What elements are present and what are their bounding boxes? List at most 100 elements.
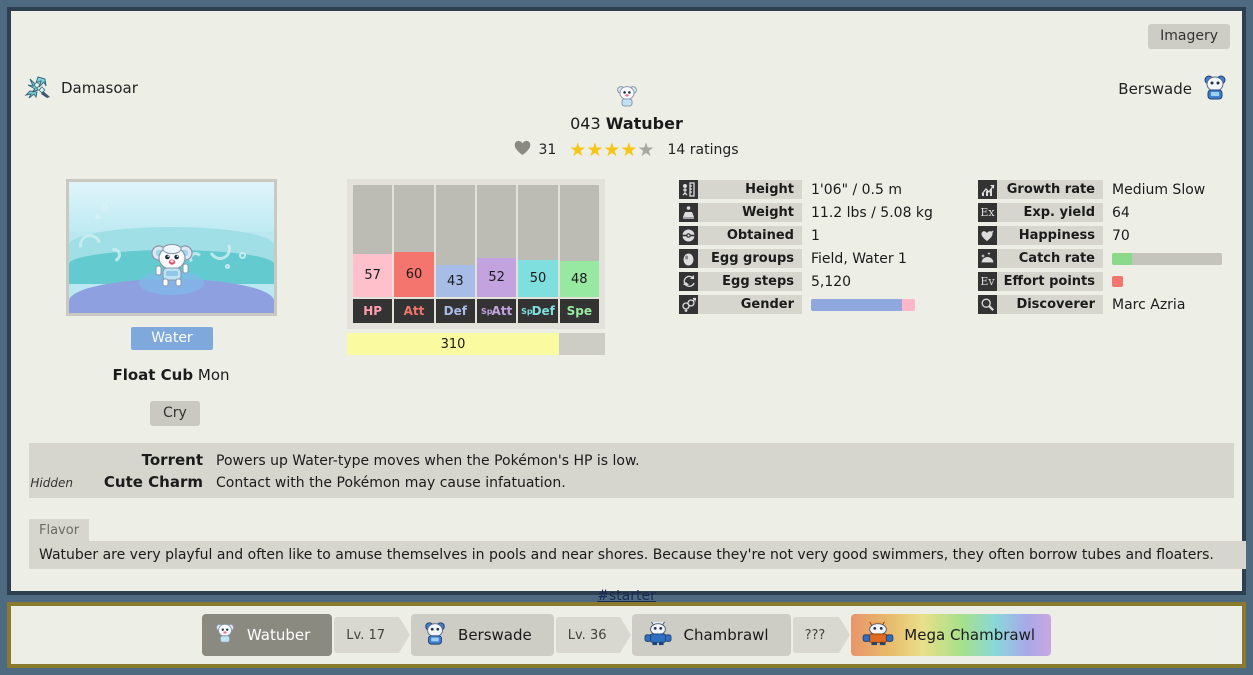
main-panel: Imagery Damasoar Berswade 043 Watuber 31…	[7, 7, 1246, 604]
bubble-icon	[225, 264, 230, 269]
info-table-left: Height 1'06" / 0.5 m Weight 11.2 lbs / 5.08…	[679, 180, 942, 318]
flavor-text: Watuber are very playful and often like …	[29, 541, 1246, 569]
star-icon-5[interactable]: ★	[637, 140, 654, 160]
pokemon-artwork[interactable]	[66, 179, 277, 316]
catch-rate-bar-fill	[1112, 252, 1132, 265]
info-table-right: Growth rate Medium Slow Ex Exp. yield 64 Happ…	[978, 180, 1243, 318]
page-title: Watuber	[605, 114, 683, 133]
flavor-tab[interactable]: Flavor	[29, 519, 90, 542]
evolution-condition: Lv. 36	[555, 617, 632, 653]
ability-name[interactable]: Cute Charm	[79, 473, 203, 491]
info-value: 1'06" / 0.5 m	[811, 181, 902, 198]
star-icon-1[interactable]: ★	[569, 140, 586, 160]
info-value: 5,120	[811, 273, 852, 290]
evolution-sprite-icon	[643, 620, 673, 650]
gender-ratio-bar	[811, 298, 915, 311]
evolution-node-label: Watuber	[246, 626, 311, 644]
imagery-button[interactable]: Imagery	[1148, 24, 1230, 49]
species-suffix: Mon	[197, 366, 230, 384]
effort-point-swatch	[1112, 276, 1123, 287]
growth-chart-icon	[978, 180, 997, 199]
info-value	[1103, 272, 1243, 291]
evolution-panel: Watuber Lv. 17 Berswade Lv. 36 Chambrawl??? M…	[7, 602, 1246, 668]
info-row: Catch rate	[978, 249, 1243, 268]
stat-column: 60 Att	[394, 185, 434, 323]
stat-bar-fill: 48	[559, 261, 599, 297]
info-label: Happiness	[997, 226, 1103, 245]
dex-number: 043	[570, 114, 601, 133]
ratings-count-label: 14 ratings	[667, 142, 739, 158]
stat-bar-track: 60	[394, 185, 434, 297]
evolution-node[interactable]: Chambrawl	[632, 614, 791, 656]
egg-steps-icon	[679, 272, 698, 291]
scene-background	[69, 182, 274, 313]
star-rating[interactable]: ★ ★ ★ ★ ★	[569, 140, 654, 160]
species-line: Float Cub Mon	[11, 366, 331, 384]
stat-column: 50 Sp Def	[518, 185, 558, 323]
bubble-icon	[101, 204, 108, 211]
gender-icon	[679, 295, 698, 314]
scene-sky	[69, 182, 274, 232]
heart-icon[interactable]	[514, 140, 531, 160]
catch-rate-bar	[1112, 252, 1222, 265]
bubble-icon	[95, 214, 100, 219]
stat-total-row: 310	[347, 333, 605, 355]
info-value: 11.2 lbs / 5.08 kg	[811, 204, 933, 221]
star-icon-3[interactable]: ★	[603, 140, 620, 160]
evolution-node[interactable]: Berswade	[411, 614, 554, 656]
info-label: Exp. yield	[997, 203, 1103, 222]
info-label: Egg groups	[698, 249, 802, 268]
stat-column: 48 Spe	[559, 185, 599, 323]
stat-bar-track: 52	[476, 185, 517, 297]
info-row: Ex Exp. yield 64	[978, 203, 1243, 222]
stat-bar-fill: 57	[353, 254, 393, 297]
effort-points-icon: Ev	[978, 272, 997, 291]
info-row: Growth rate Medium Slow	[978, 180, 1243, 199]
star-icon-4[interactable]: ★	[620, 140, 637, 160]
stat-columns: 57 HP 60 Att 43 Def 52 Sp Att 50 Sp Def 48 Spe	[347, 179, 605, 329]
info-label: Effort points	[997, 272, 1103, 291]
info-label: Egg steps	[698, 272, 802, 291]
type-badge-water[interactable]: Water	[131, 327, 213, 350]
top-nav-bar: Imagery Damasoar Berswade 043 Watuber 31…	[11, 11, 1242, 159]
stat-bar-track: 43	[435, 185, 475, 297]
ability-row: Torrent Powers up Water-type moves when t…	[29, 451, 1234, 473]
app-root: Imagery Damasoar Berswade 043 Watuber 31…	[0, 0, 1253, 675]
info-row: Height 1'06" / 0.5 m	[679, 180, 942, 199]
stat-bar-fill: 52	[476, 258, 517, 297]
evolution-node-label: Mega Chambrawl	[904, 626, 1036, 644]
stat-bar-track: 48	[559, 185, 599, 297]
info-row: Weight 11.2 lbs / 5.08 kg	[679, 203, 942, 222]
ability-hidden-label: Hidden	[30, 476, 73, 490]
info-value: 70	[1112, 227, 1130, 244]
info-value	[1103, 249, 1243, 268]
cry-button[interactable]: Cry	[150, 401, 200, 426]
evolution-node-label: Berswade	[458, 626, 532, 644]
star-icon-2[interactable]: ★	[586, 140, 603, 160]
info-label: Gender	[698, 295, 802, 314]
exp-icon: Ex	[978, 203, 997, 222]
evolution-node[interactable]: Watuber	[201, 614, 333, 656]
species-name: Float Cub	[112, 366, 194, 384]
header-sprite-icon	[11, 83, 1242, 113]
stat-label: Sp Att	[476, 299, 517, 323]
pokemon-header: 043 Watuber 31 ★ ★ ★ ★ ★ 14 ratings	[11, 83, 1242, 160]
info-row: Gender	[679, 295, 942, 314]
stat-bar-track: 50	[518, 185, 558, 297]
catch-rate-icon	[978, 249, 997, 268]
evolution-condition: ???	[792, 617, 850, 653]
ability-row: Hidden Cute Charm Contact with the Pokémon…	[29, 473, 1234, 495]
discoverer-icon	[978, 295, 997, 314]
happiness-heart-icon	[978, 226, 997, 245]
info-label: Catch rate	[997, 249, 1103, 268]
stat-bar-track: 57	[353, 185, 393, 297]
evolution-sprite-icon	[213, 621, 237, 649]
info-value: Marc Azria	[1112, 296, 1186, 313]
ability-name[interactable]: Torrent	[79, 451, 203, 469]
pokeball-icon	[679, 226, 698, 245]
stat-column: 57 HP	[353, 185, 393, 323]
stat-label: Def	[435, 299, 475, 323]
info-row: Discoverer Marc Azria	[978, 295, 1243, 314]
info-row: Happiness 70	[978, 226, 1243, 245]
evolution-node[interactable]: Mega Chambrawl	[851, 614, 1052, 656]
